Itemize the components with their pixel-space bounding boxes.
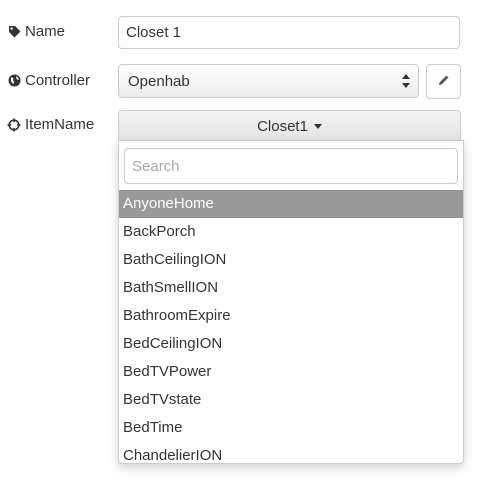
itemname-label: ItemName <box>7 116 94 133</box>
dropdown-option[interactable]: AnyoneHome <box>119 190 463 218</box>
itemname-selected-value: Closet1 <box>257 117 308 135</box>
dropdown-option-list: AnyoneHome BackPorch BathCeilingION Bath… <box>119 190 463 463</box>
dropdown-option[interactable]: BedTime <box>119 414 463 442</box>
pencil-icon <box>438 73 449 91</box>
dropdown-option[interactable]: BathSmellION <box>119 274 463 302</box>
edit-controller-button[interactable] <box>426 64 461 99</box>
controller-selected-value: Openhab <box>128 72 190 90</box>
select-arrows-icon <box>402 73 410 89</box>
name-input[interactable] <box>118 16 460 49</box>
dropdown-option[interactable]: BedTVstate <box>119 386 463 414</box>
itemname-label-text: ItemName <box>25 116 95 133</box>
crosshairs-icon <box>7 118 21 132</box>
dropdown-search-input[interactable] <box>124 148 458 184</box>
tag-icon <box>7 25 21 39</box>
dropdown-option[interactable]: BackPorch <box>119 218 463 246</box>
name-label-text: Name <box>25 23 66 40</box>
dropdown-option[interactable]: BedCeilingION <box>119 330 463 358</box>
itemname-dropdown-toggle[interactable]: Closet1 <box>118 110 461 142</box>
globe-icon <box>7 74 21 88</box>
dropdown-option[interactable]: ChandelierION <box>119 442 463 463</box>
name-label: Name <box>7 23 65 40</box>
dropdown-option[interactable]: BathroomExpire <box>119 302 463 330</box>
dropdown-option[interactable]: BathCeilingION <box>119 246 463 274</box>
controller-label-text: Controller <box>25 72 91 89</box>
itemname-dropdown-menu: AnyoneHome BackPorch BathCeilingION Bath… <box>118 140 464 464</box>
controller-label: Controller <box>7 72 90 89</box>
dropdown-option[interactable]: BedTVPower <box>119 358 463 386</box>
controller-select[interactable]: Openhab <box>118 64 419 98</box>
caret-down-icon <box>313 124 322 129</box>
